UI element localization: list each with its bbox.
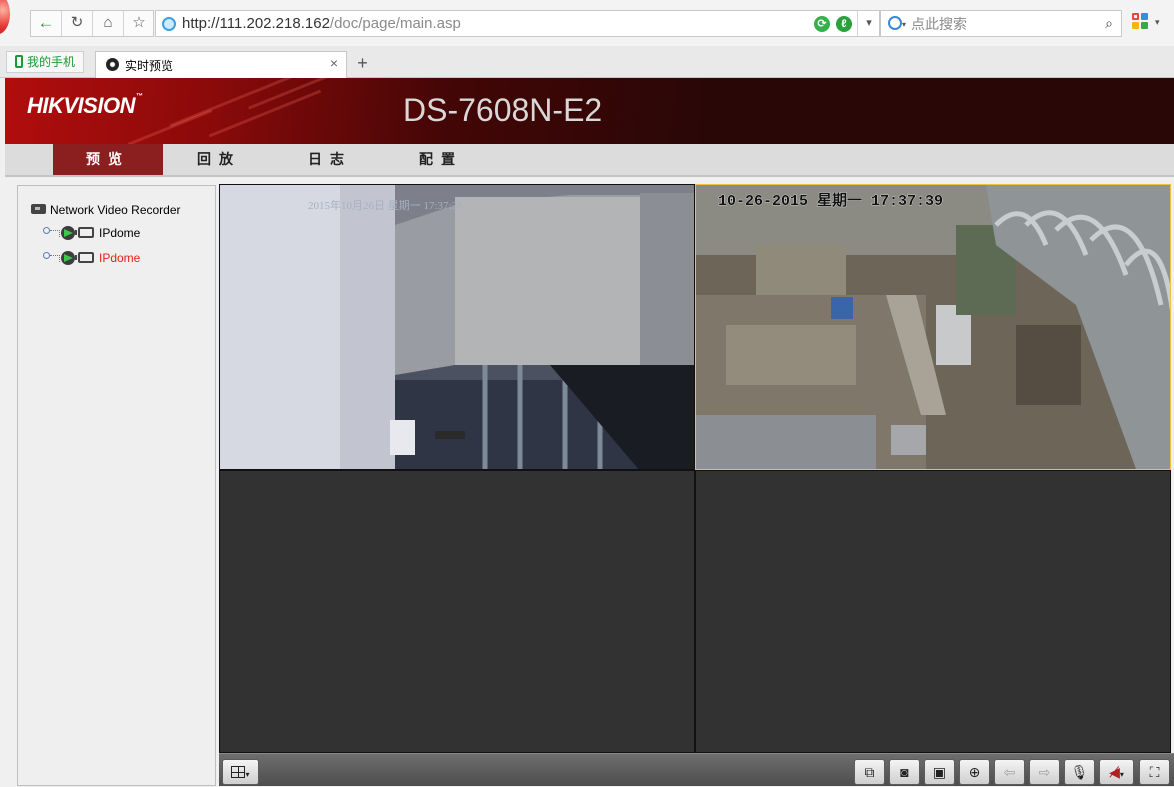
next-page-button[interactable]: ⇨	[1029, 759, 1060, 785]
browser-logo	[0, 0, 10, 34]
tree-channel[interactable]: IPdome	[43, 251, 140, 265]
play-icon[interactable]	[61, 226, 75, 240]
brand-logo: HIKVISION™	[27, 93, 143, 118]
record-button[interactable]: ▣	[924, 759, 955, 785]
address-bar[interactable]: http://111.202.218.162/doc/page/main.asp…	[155, 10, 880, 37]
capture-button[interactable]: ◙	[889, 759, 920, 785]
video-grid: 2015年10月26日 星期一 17:37:38 10-26-2015 星期一 …	[219, 184, 1171, 753]
browser-toolbar: ← ↻ ⌂ ☆ http://111.202.218.162/doc/page/…	[0, 0, 1174, 46]
tab-bar: 我的手机 实时预览 × +	[0, 46, 1174, 78]
search-input[interactable]	[911, 14, 1091, 33]
video-pane-empty[interactable]	[219, 470, 695, 753]
favorite-my-phone[interactable]: 我的手机	[6, 51, 85, 73]
apps-grid-icon[interactable]	[1132, 13, 1150, 31]
refresh-icon[interactable]: ↻	[66, 12, 88, 34]
layout-grid-button[interactable]: ▾	[222, 759, 259, 785]
tab-title: 实时预览	[125, 59, 174, 73]
zoom-button[interactable]: ⊕	[959, 759, 990, 785]
tab-config[interactable]: 配置	[386, 144, 496, 175]
video-frame-construction: 10-26-2015 星期一 17:37:39	[696, 185, 1170, 469]
video-pane[interactable]: 2015年10月26日 星期一 17:37:38	[219, 184, 695, 470]
chevron-down-icon[interactable]: ▾	[857, 11, 880, 36]
tab-preview[interactable]: 预览	[53, 144, 163, 175]
stop-all-icon: ⧉	[864, 764, 875, 780]
video-timestamp: 10-26-2015 星期一 17:37:39	[718, 191, 943, 210]
star-icon[interactable]: ☆	[128, 12, 150, 34]
search-box[interactable]: ▾ ⌕	[880, 10, 1122, 37]
volume-button[interactable]: ◀̸▾	[1099, 759, 1134, 785]
device-model-title: DS-7608N-E2	[403, 92, 603, 128]
preview-toolbar: ▾ ⧉ ◙ ▣ ⊕ ⇦ ⇨ 🎙 ◀̸▾ ⛶	[219, 753, 1174, 786]
main-nav: 预览 回放 日志 配置	[5, 144, 1174, 177]
talk-button[interactable]: 🎙	[1064, 759, 1095, 785]
tab-live-preview[interactable]: 实时预览 ×	[95, 51, 347, 78]
globe-icon	[162, 17, 176, 31]
camera-icon	[75, 252, 94, 263]
fullscreen-button[interactable]: ⛶	[1139, 759, 1170, 785]
address-url[interactable]: http://111.202.218.162/doc/page/main.asp	[182, 15, 461, 32]
video-frame-indoor: 2015年10月26日 星期一 17:37:38	[220, 185, 694, 469]
prev-page-button[interactable]: ⇦	[994, 759, 1025, 785]
arrow-left-icon: ⇦	[1003, 764, 1016, 780]
link-icon	[43, 226, 61, 238]
app-header: HIKVISION™ DS-7608N-E2	[5, 78, 1174, 144]
grid-layout-icon	[231, 766, 246, 778]
arrow-right-icon: ⇨	[1038, 764, 1051, 780]
camera-snapshot-icon: ◙	[900, 764, 909, 780]
video-timestamp: 2015年10月26日 星期一 17:37:38	[308, 198, 463, 212]
device-tree: Network Video Recorder IPdome IPdome	[17, 185, 216, 786]
leaf-icon[interactable]: ℓ	[836, 16, 852, 32]
back-arrow-icon[interactable]: ←	[35, 12, 57, 34]
camera-icon	[75, 227, 94, 238]
fullscreen-icon: ⛶	[1149, 764, 1160, 780]
link-icon	[43, 251, 61, 263]
new-tab-button[interactable]: +	[350, 51, 375, 77]
record-icon: ▣	[932, 764, 947, 780]
tree-root-nvr[interactable]: Network Video Recorder	[31, 203, 181, 217]
play-icon[interactable]	[61, 251, 75, 265]
video-pane-empty[interactable]	[695, 470, 1171, 753]
speedup-icon[interactable]: ⟳	[814, 16, 830, 32]
recorder-icon	[31, 204, 46, 214]
search-engine-icon[interactable]	[888, 16, 902, 30]
video-pane-selected[interactable]: 10-26-2015 星期一 17:37:39	[695, 184, 1171, 470]
close-icon[interactable]: ×	[330, 55, 338, 71]
apps-caret-icon[interactable]: ▾	[1155, 17, 1160, 28]
tree-channel[interactable]: IPdome	[43, 226, 140, 240]
home-icon[interactable]: ⌂	[97, 12, 119, 34]
zoom-in-icon: ⊕	[968, 764, 981, 780]
phone-icon	[15, 55, 23, 68]
stop-all-button[interactable]: ⧉	[854, 759, 885, 785]
microphone-icon: 🎙	[1070, 764, 1089, 780]
engine-caret-icon[interactable]: ▾	[902, 20, 906, 29]
tab-playback[interactable]: 回放	[164, 144, 274, 175]
tab-log[interactable]: 日志	[275, 144, 385, 175]
speaker-mute-icon: ◀̸	[1109, 764, 1120, 780]
camera-favicon-icon	[106, 58, 119, 71]
search-icon[interactable]: ⌕	[1105, 15, 1113, 32]
